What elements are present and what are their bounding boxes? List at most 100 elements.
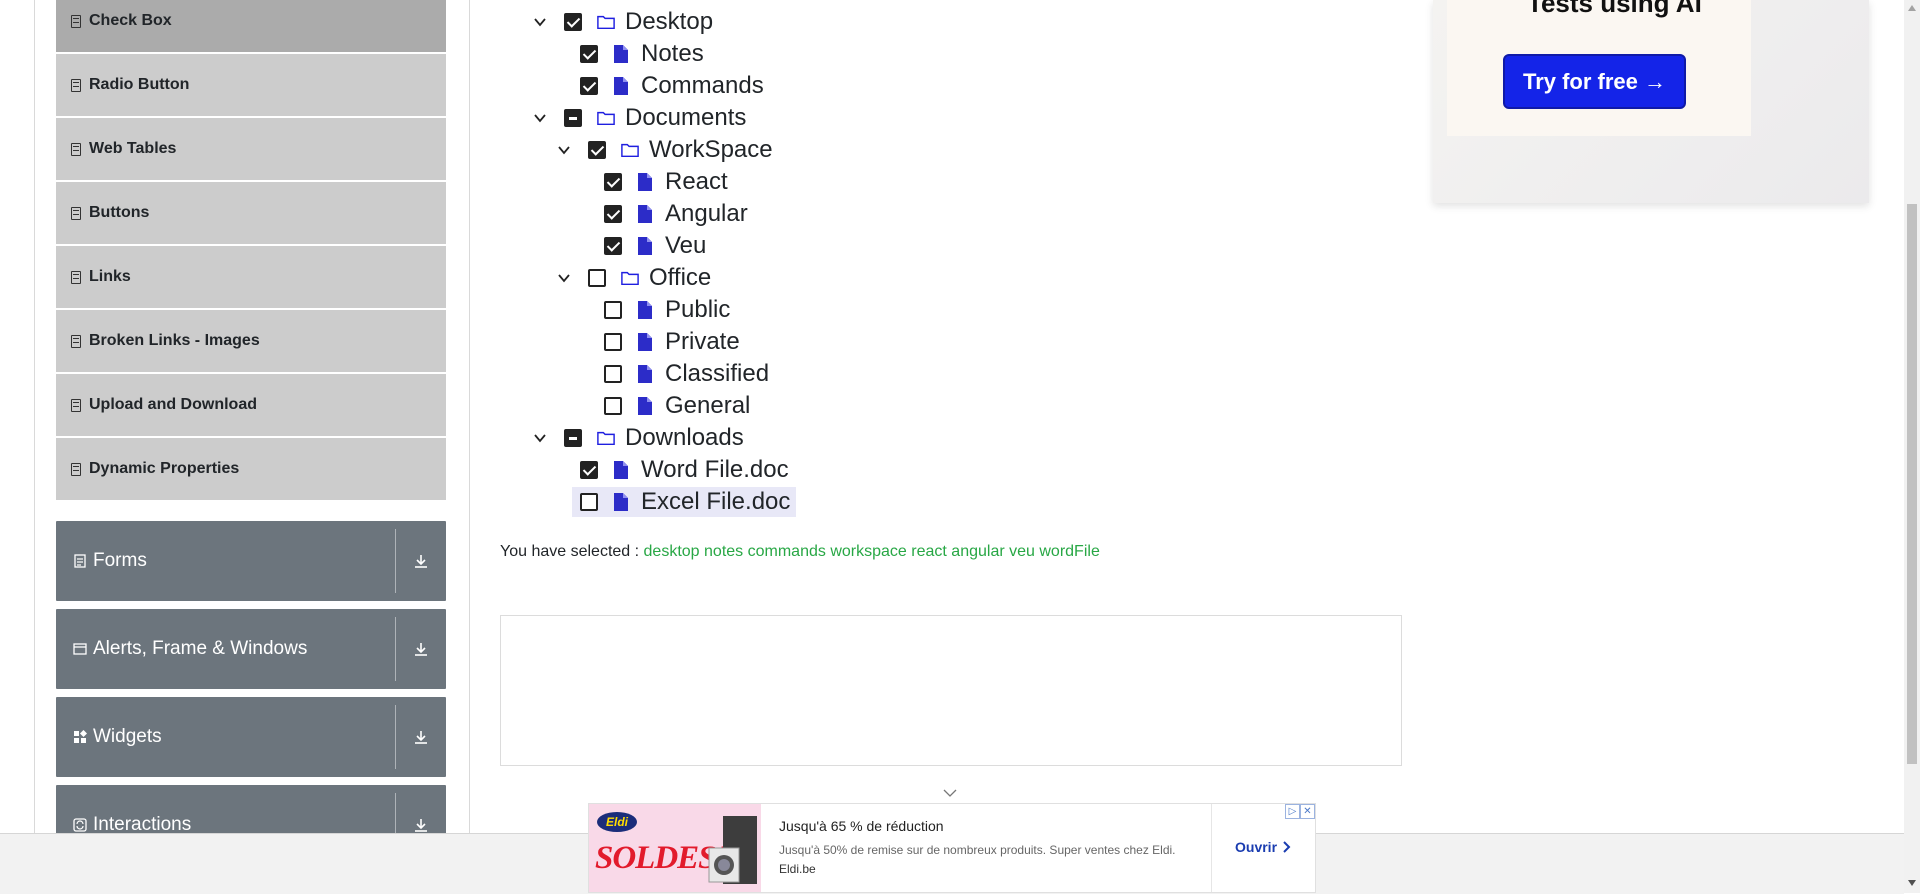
menu-item-label: Web Tables <box>89 140 177 157</box>
interactions-icon <box>73 818 87 832</box>
ad-image: Eldi SOLDES! <box>589 804 761 892</box>
checkbox-commands[interactable] <box>580 77 598 95</box>
node-label[interactable]: Downloads <box>625 424 744 452</box>
node-label[interactable]: Commands <box>641 72 764 100</box>
chevron-down-icon[interactable] <box>532 14 548 30</box>
checkbox-excel-file[interactable] <box>580 493 598 511</box>
chevron-right-icon <box>1283 841 1291 853</box>
checkbox-workspace[interactable] <box>588 141 606 159</box>
checkbox-notes[interactable] <box>580 45 598 63</box>
checkbox-private[interactable] <box>604 333 622 351</box>
scroll-down-icon[interactable] <box>1907 878 1917 888</box>
menu-item-label: Buttons <box>89 204 150 221</box>
menu-item-upload-download[interactable]: Upload and Download <box>56 374 446 436</box>
checkbox-angular[interactable] <box>604 205 622 223</box>
download-icon[interactable] <box>396 817 446 833</box>
banner-subtitle: Jusqu'à 50% de remise sur de nombreux pr… <box>779 843 1176 857</box>
menu-item-check-box[interactable]: Check Box <box>56 0 446 52</box>
eldi-logo: Eldi <box>597 812 637 832</box>
folder-icon <box>597 109 615 127</box>
menu-item-web-tables[interactable]: Web Tables <box>56 118 446 180</box>
ad-placeholder-box <box>500 615 1402 766</box>
tree-node-office: Office <box>556 263 711 293</box>
chevron-down-icon[interactable] <box>556 270 572 286</box>
node-label[interactable]: Documents <box>625 104 746 132</box>
checkbox-documents[interactable] <box>564 109 582 127</box>
tree-node-desktop: Desktop <box>532 7 713 37</box>
checkbox-desktop[interactable] <box>564 13 582 31</box>
tree-node-documents: Documents <box>532 103 746 133</box>
download-icon[interactable] <box>396 641 446 657</box>
selected-item: angular <box>951 543 1005 560</box>
checkbox-general[interactable] <box>604 397 622 415</box>
node-label[interactable]: Veu <box>665 232 706 260</box>
checkbox-react[interactable] <box>604 173 622 191</box>
tree-node-private: Private <box>604 327 740 357</box>
group-alerts[interactable]: Alerts, Frame & Windows <box>56 609 446 689</box>
file-icon <box>613 461 631 479</box>
chevron-down-icon[interactable] <box>556 142 572 158</box>
checkbox-office[interactable] <box>588 269 606 287</box>
ad-heading: Tests using AI <box>1527 0 1702 18</box>
checkbox-public[interactable] <box>604 301 622 319</box>
checkbox-veu[interactable] <box>604 237 622 255</box>
menu-item-links[interactable]: Links <box>56 246 446 308</box>
html5-icon <box>71 334 81 348</box>
left-border <box>34 0 35 833</box>
node-label[interactable]: Notes <box>641 40 704 68</box>
chevron-down-icon[interactable] <box>532 430 548 446</box>
banner-open-button[interactable]: Ouvrir <box>1235 839 1291 855</box>
node-label[interactable]: Public <box>665 296 730 324</box>
tree-node-general: General <box>604 391 750 421</box>
scrollbar-thumb[interactable] <box>1907 204 1917 764</box>
node-label[interactable]: Private <box>665 328 740 356</box>
menu-item-dynamic-properties[interactable]: Dynamic Properties <box>56 438 446 500</box>
download-icon[interactable] <box>396 553 446 569</box>
file-icon <box>637 333 655 351</box>
checkbox-word-file[interactable] <box>580 461 598 479</box>
tree-node-public: Public <box>604 295 730 325</box>
selected-item: workspace <box>830 543 907 560</box>
menu-item-buttons[interactable]: Buttons <box>56 182 446 244</box>
tree-node-notes: Notes <box>580 39 704 69</box>
menu-item-radio-button[interactable]: Radio Button <box>56 54 446 116</box>
file-icon <box>637 301 655 319</box>
tree-node-angular: Angular <box>604 199 748 229</box>
node-label[interactable]: Word File.doc <box>641 456 789 484</box>
selected-item: react <box>911 543 947 560</box>
node-label[interactable]: React <box>665 168 728 196</box>
group-forms[interactable]: Forms <box>56 521 446 601</box>
banner-cta-label: Ouvrir <box>1235 839 1278 855</box>
node-label[interactable]: Excel File.doc <box>641 488 790 516</box>
result-prefix: You have selected : <box>500 543 640 560</box>
node-label[interactable]: Angular <box>665 200 748 228</box>
tree-node-veu: Veu <box>604 231 706 261</box>
tree-node-excel-file: Excel File.doc <box>572 487 797 517</box>
group-widgets[interactable]: Widgets <box>56 697 446 777</box>
selected-item: wordFile <box>1039 543 1100 560</box>
file-icon <box>613 493 631 511</box>
banner-ad[interactable]: Eldi SOLDES! Jusqu'à 65 % de réduction J… <box>588 803 1316 893</box>
menu-item-broken-links[interactable]: Broken Links - Images <box>56 310 446 372</box>
checkbox-classified[interactable] <box>604 365 622 383</box>
adchoices-icon[interactable]: ▷ <box>1285 804 1300 819</box>
chevron-down-icon[interactable] <box>532 110 548 126</box>
node-label[interactable]: Classified <box>665 360 769 388</box>
node-label[interactable]: WorkSpace <box>649 136 773 164</box>
node-label[interactable]: Desktop <box>625 8 713 36</box>
banner-domain: Eldi.be <box>779 862 816 876</box>
chevron-down-icon[interactable] <box>943 788 957 798</box>
group-label: Forms <box>93 550 147 571</box>
menu-item-label: Check Box <box>89 12 172 29</box>
node-label[interactable]: General <box>665 392 750 420</box>
try-free-button[interactable]: Try for free → <box>1503 54 1686 109</box>
scroll-up-icon[interactable] <box>1907 3 1917 13</box>
html5-icon <box>71 206 81 220</box>
download-icon[interactable] <box>396 729 446 745</box>
file-icon <box>637 397 655 415</box>
html5-icon <box>71 270 81 284</box>
menu-item-label: Broken Links - Images <box>89 332 260 349</box>
checkbox-downloads[interactable] <box>564 429 582 447</box>
close-icon[interactable]: ✕ <box>1300 804 1315 819</box>
node-label[interactable]: Office <box>649 264 711 292</box>
